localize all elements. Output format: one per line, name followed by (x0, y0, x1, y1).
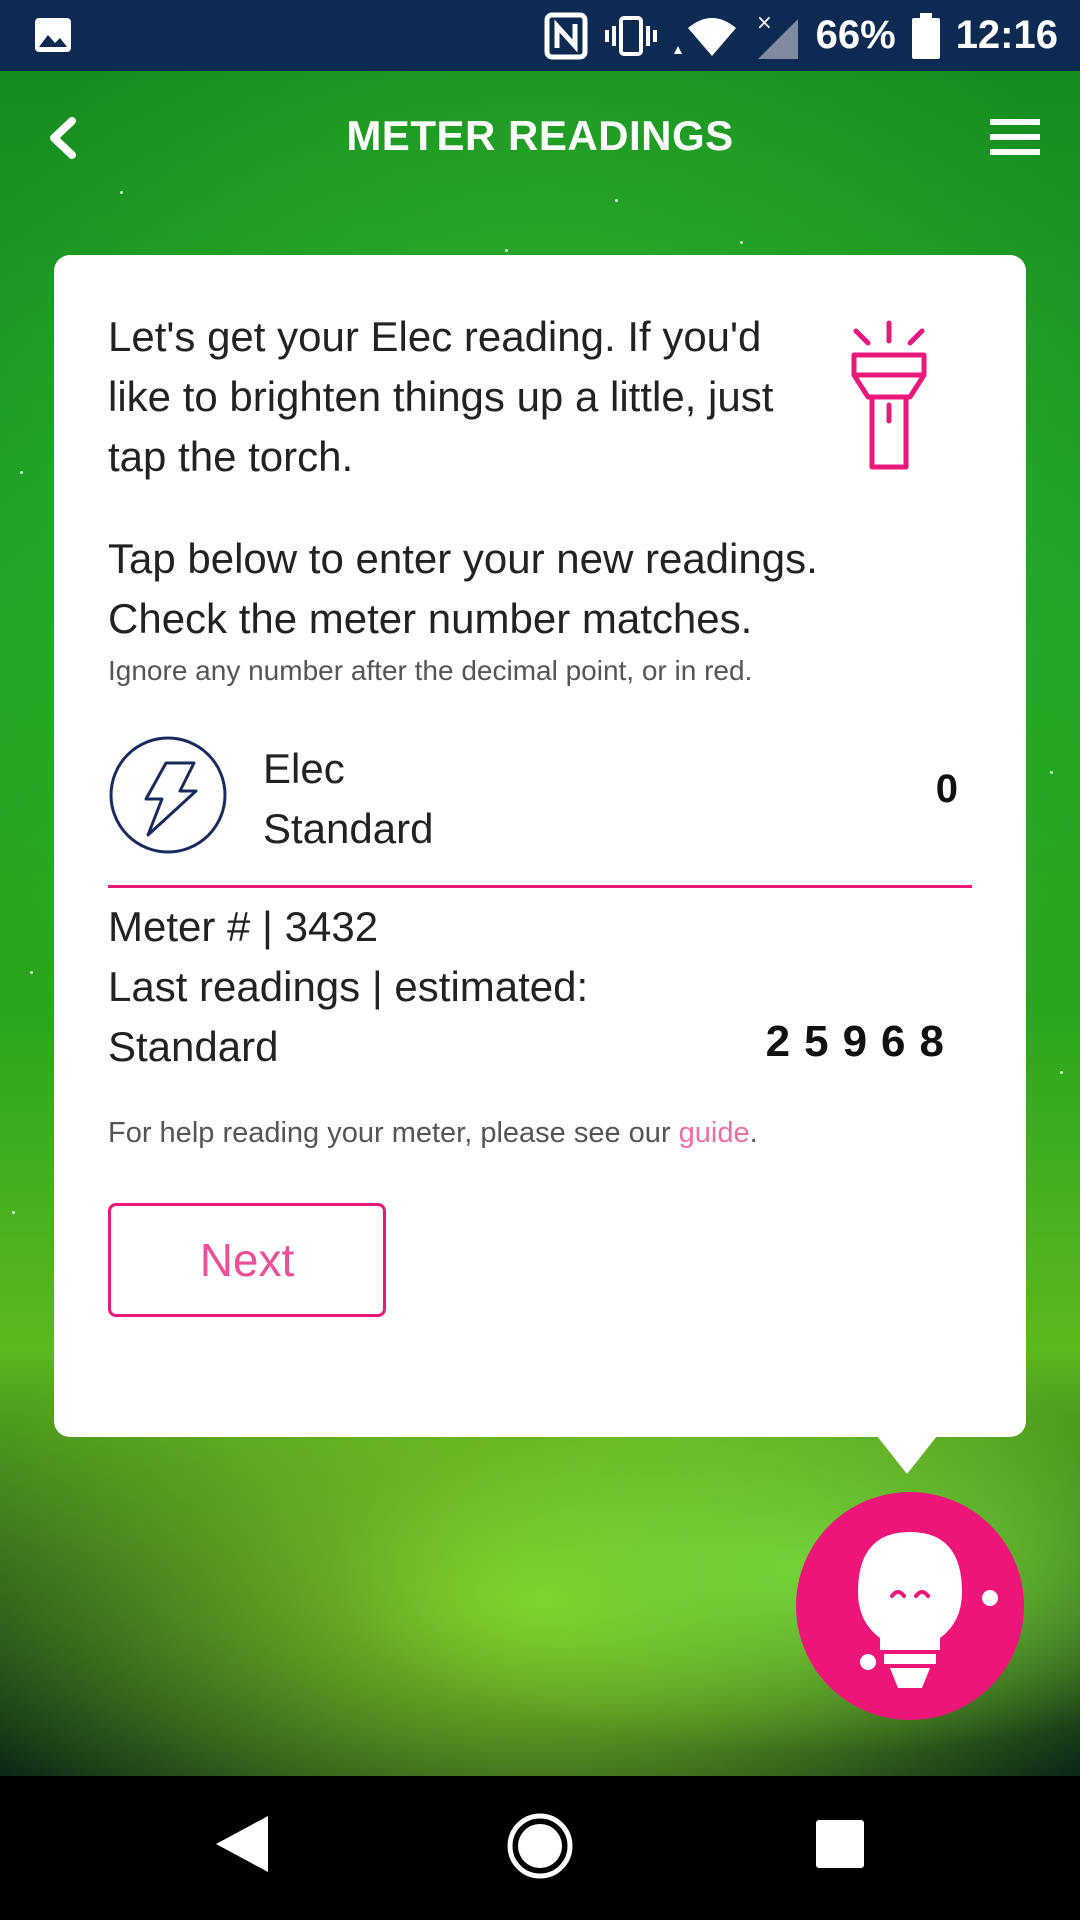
gallery-icon (35, 18, 71, 52)
last-readings-label: Last readings | estimated: (108, 963, 589, 1010)
next-button[interactable]: Next (108, 1203, 386, 1317)
cell-signal-icon: × (756, 11, 798, 59)
system-nav-bar (0, 1776, 1080, 1920)
meter-reading-card: Let's get your Elec reading. If you'd li… (54, 255, 1026, 1437)
decimal-note: Ignore any number after the decimal poin… (108, 655, 753, 686)
card-pointer (877, 1436, 937, 1474)
nav-recents-icon[interactable] (816, 1820, 864, 1868)
battery-icon (911, 12, 940, 59)
help-suffix: . (749, 1117, 758, 1149)
lightning-bolt-icon (109, 736, 227, 854)
help-text: For help reading your meter, please see … (108, 1117, 758, 1150)
nav-home-icon[interactable] (506, 1812, 574, 1880)
register-label: Elec Standard (263, 739, 433, 859)
vibrate-icon (604, 15, 657, 56)
reading-input-value[interactable]: 0 (936, 767, 958, 812)
clock: 12:16 (955, 13, 1058, 57)
nfc-icon (544, 12, 588, 59)
battery-percent: 66% (815, 13, 896, 57)
last-reading-value: 25968 (765, 1017, 958, 1066)
hamburger-menu-icon[interactable] (990, 117, 1040, 157)
assistant-mascot-button[interactable] (796, 1492, 1024, 1720)
instruction-line-2: Check the meter number matches. (108, 595, 753, 642)
meter-number: Meter # | 3432 (108, 903, 379, 950)
intro-text: Let's get your Elec reading. If you'd li… (108, 313, 774, 480)
help-prefix: For help reading your meter, please see … (108, 1117, 679, 1149)
fuel-name: Elec (263, 745, 345, 792)
instruction-text: Tap below to enter your new readings. Ch… (108, 529, 968, 649)
wifi-icon (673, 17, 736, 56)
status-bar: × 66% 12:16 (0, 0, 1080, 71)
page-title: METER READINGS (346, 112, 734, 159)
rate-name: Standard (263, 805, 434, 852)
instruction-line-1: Tap below to enter your new readings. (108, 535, 818, 582)
torch-icon[interactable] (834, 317, 944, 477)
lightbulb-mascot-icon (858, 1532, 998, 1688)
svg-text:×: × (756, 11, 773, 34)
nav-back-icon[interactable] (212, 1812, 272, 1876)
guide-link[interactable]: guide (679, 1117, 750, 1149)
app-header: METER READINGS (0, 71, 1080, 201)
reading-input-row[interactable]: Elec Standard 0 (108, 735, 972, 888)
